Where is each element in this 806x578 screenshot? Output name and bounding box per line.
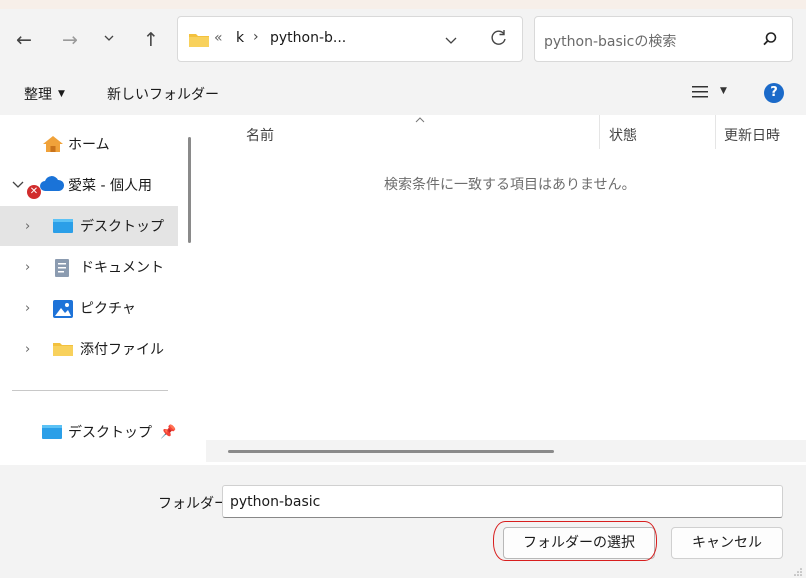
organize-label: 整理 <box>24 87 52 103</box>
breadcrumb-overflow[interactable]: « <box>214 30 223 46</box>
nav-item-onedrive[interactable]: ✕ 愛菜 - 個人用 <box>0 165 178 205</box>
forward-arrow-icon[interactable]: → <box>62 30 78 50</box>
folder-name-input[interactable] <box>222 485 783 518</box>
column-divider[interactable] <box>715 115 716 149</box>
column-header-status[interactable]: 状態 <box>609 125 637 145</box>
nav-item-pinned-desktop[interactable]: デスクトップ 📌 <box>0 412 178 452</box>
home-icon <box>42 135 64 157</box>
address-bar[interactable] <box>177 16 523 62</box>
pictures-icon <box>53 300 73 318</box>
desktop-icon <box>53 218 73 234</box>
column-divider[interactable] <box>599 115 600 149</box>
expand-chevron-icon[interactable]: › <box>25 301 30 316</box>
view-options-icon[interactable] <box>692 86 708 102</box>
expand-chevron-icon[interactable]: › <box>25 260 30 275</box>
view-dropdown-icon[interactable]: ▼ <box>720 86 727 96</box>
horizontal-scrollbar-track[interactable] <box>206 440 806 462</box>
nav-item-attachments[interactable]: › 添付ファイル <box>0 329 178 369</box>
address-dropdown-icon[interactable] <box>444 34 458 50</box>
new-folder-button[interactable]: 新しいフォルダー <box>107 84 219 104</box>
organize-dropdown-icon: ▼ <box>58 89 65 99</box>
column-header-date[interactable]: 更新日時 <box>724 125 780 145</box>
nav-attachments-label: 添付ファイル <box>80 342 164 358</box>
nav-pictures-label: ピクチャ <box>80 301 136 317</box>
horizontal-scrollbar-thumb[interactable] <box>228 450 554 453</box>
expand-chevron-icon[interactable] <box>12 178 24 194</box>
breadcrumb-k[interactable]: k <box>236 30 244 46</box>
column-header-name[interactable]: 名前 <box>246 125 274 145</box>
documents-icon <box>53 259 73 277</box>
breadcrumb-python-basic[interactable]: python-b... <box>270 30 346 46</box>
nav-item-pictures[interactable]: › ピクチャ <box>0 288 178 328</box>
expand-chevron-icon[interactable]: › <box>25 342 30 357</box>
nav-scrollbar[interactable] <box>188 137 191 243</box>
nav-item-desktop[interactable]: › デスクトップ <box>0 206 178 246</box>
cancel-button[interactable]: キャンセル <box>671 527 783 559</box>
nav-documents-label: ドキュメント <box>80 260 164 276</box>
refresh-icon[interactable] <box>489 28 509 52</box>
up-arrow-icon[interactable]: ↑ <box>143 30 159 50</box>
search-input[interactable]: python-basicの検索 <box>544 31 676 51</box>
organize-button[interactable]: 整理 ▼ <box>24 84 65 104</box>
search-icon[interactable] <box>762 31 778 51</box>
navigation-pane: ホーム ✕ 愛菜 - 個人用 › デスクトップ › ドキュメント › ピクチャ … <box>0 115 200 465</box>
folder-icon <box>53 341 73 357</box>
dialog-footer <box>0 465 806 578</box>
breadcrumb-separator-icon: › <box>253 29 259 45</box>
recent-locations-icon[interactable] <box>103 32 115 48</box>
file-list: 名前 状態 更新日時 検索条件に一致する項目はありません。 <box>206 115 806 465</box>
title-strip <box>0 0 806 9</box>
desktop-icon <box>42 424 62 444</box>
nav-desktop-label: デスクトップ <box>80 219 164 235</box>
help-icon[interactable]: ? <box>764 83 784 103</box>
empty-message: 検索条件に一致する項目はありません。 <box>384 177 636 193</box>
nav-home-label: ホーム <box>68 137 110 153</box>
nav-divider <box>12 390 168 391</box>
nav-item-home[interactable]: ホーム <box>0 124 178 164</box>
cloud-icon <box>39 176 65 196</box>
pin-icon[interactable]: 📌 <box>160 425 176 440</box>
nav-item-documents[interactable]: › ドキュメント <box>0 247 178 287</box>
annotation-circle <box>493 521 657 561</box>
nav-pinned-desktop-label: デスクトップ <box>68 425 152 441</box>
nav-onedrive-label: 愛菜 - 個人用 <box>68 178 152 194</box>
back-arrow-icon[interactable]: ← <box>16 30 32 50</box>
expand-chevron-icon[interactable]: › <box>25 219 30 234</box>
sort-ascending-icon <box>414 112 426 128</box>
folder-icon <box>189 32 209 51</box>
resize-grip-icon[interactable] <box>793 565 803 578</box>
